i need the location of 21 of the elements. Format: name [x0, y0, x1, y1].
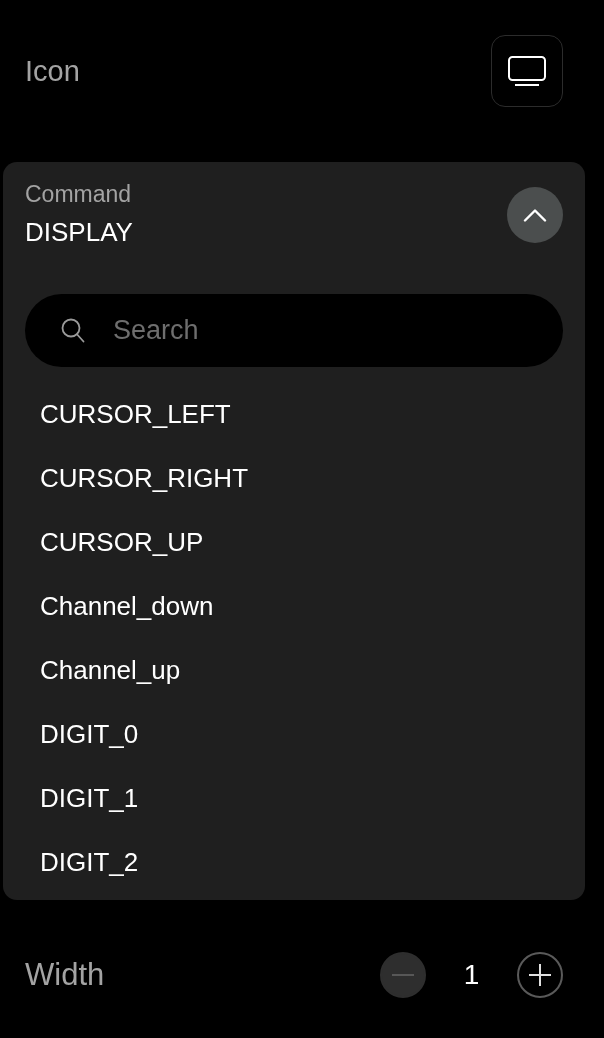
- option-item[interactable]: CURSOR_UP: [25, 510, 219, 574]
- option-item[interactable]: Channel_up: [25, 638, 196, 702]
- stepper-value: 1: [462, 958, 481, 992]
- field-label: Width: [25, 957, 105, 993]
- option-item[interactable]: CURSOR_LEFT: [25, 382, 246, 446]
- chevron-up-icon: [523, 207, 547, 222]
- icon-button[interactable]: [491, 35, 563, 107]
- option-item[interactable]: DIGIT_1: [25, 766, 154, 830]
- search-field[interactable]: Search: [25, 294, 563, 367]
- option-item[interactable]: DIGIT_2: [25, 830, 154, 894]
- field-label: Command: [25, 182, 132, 206]
- increment-button[interactable]: [517, 952, 563, 998]
- option-item[interactable]: Channel_down: [25, 574, 229, 638]
- minus-icon: [392, 974, 414, 976]
- selected-value: DISPLAY: [25, 217, 133, 247]
- option-item[interactable]: DIGIT_0: [25, 702, 154, 766]
- tv-icon: [508, 56, 546, 86]
- plus-icon: [529, 964, 551, 986]
- field-label: Icon: [25, 54, 80, 88]
- search-icon: [61, 318, 85, 343]
- option-item[interactable]: CURSOR_RIGHT: [25, 446, 263, 510]
